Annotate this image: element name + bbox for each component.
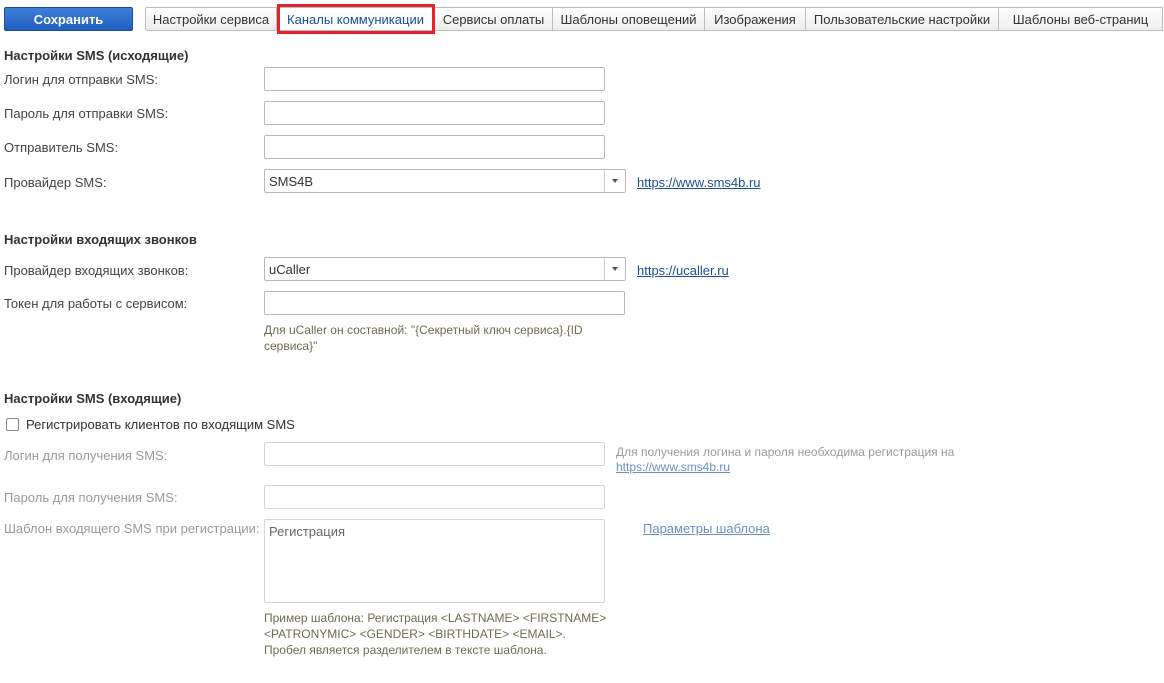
sms-template-label: Шаблон входящего SMS при регистрации: [4,521,260,536]
calls-provider-value: uCaller [269,261,311,277]
sms-receive-register-link[interactable]: https://www.sms4b.ru [616,460,730,474]
template-example-hint: Пример шаблона: Регистрация <LASTNAME> <… [264,611,607,641]
template-params-link[interactable]: Параметры шаблона [643,521,770,536]
calls-provider-label: Провайдер входящих звонков: [4,263,189,278]
save-button[interactable]: Сохранить [4,7,133,31]
template-separator-hint: Пробел является разделителем в тексте ша… [264,643,547,657]
token-hint: Для uCaller он составной: "{Секретный кл… [264,323,583,353]
sms-provider-label: Провайдер SMS: [4,175,107,190]
tab-payment-services[interactable]: Сервисы оплаты [435,7,553,31]
sms-receive-login-label: Логин для получения SMS: [4,448,168,463]
sms-template-textarea[interactable]: Регистрация [264,519,605,603]
tab-web-page-templates[interactable]: Шаблоны веб-страниц [999,7,1163,31]
tab-bar: Настройки сервиса Каналы коммуникации Се… [145,7,1163,31]
sms-receive-password-label: Пароль для получения SMS: [4,490,178,505]
tab-communication-channels[interactable]: Каналы коммуникации [277,7,435,31]
chevron-down-icon[interactable] [604,258,625,280]
sms-provider-link[interactable]: https://www.sms4b.ru [637,175,761,190]
token-label: Токен для работы с сервисом: [4,296,188,311]
sms-receive-login-input[interactable] [264,442,605,466]
calls-provider-link[interactable]: https://ucaller.ru [637,263,729,278]
sms-login-label: Логин для отправки SMS: [4,72,159,87]
tab-notification-templates[interactable]: Шаблоны оповещений [553,7,705,31]
sms-receive-password-input[interactable] [264,485,605,509]
sms-sender-input[interactable] [264,135,605,159]
sms-login-input[interactable] [264,67,605,91]
sms-sender-label: Отправитель SMS: [4,140,119,155]
sms-outgoing-title: Настройки SMS (исходящие) [4,48,189,63]
tab-service-settings[interactable]: Настройки сервиса [145,7,277,31]
incoming-calls-title: Настройки входящих звонков [4,232,197,247]
chevron-down-icon[interactable] [604,170,625,192]
tab-images[interactable]: Изображения [705,7,806,31]
tab-user-settings[interactable]: Пользовательские настройки [806,7,999,31]
sms-provider-value: SMS4B [269,173,314,189]
calls-provider-select[interactable]: uCaller [264,257,626,281]
register-clients-label[interactable]: Регистрировать клиентов по входящим SMS [26,417,295,432]
sms-receive-login-hint: Для получения логина и пароля необходима… [616,445,955,459]
register-clients-checkbox[interactable] [6,418,19,431]
sms-password-label: Пароль для отправки SMS: [4,106,169,121]
sms-provider-select[interactable]: SMS4B [264,169,626,193]
token-input[interactable] [264,291,625,315]
sms-incoming-title: Настройки SMS (входящие) [4,391,182,406]
sms-password-input[interactable] [264,101,605,125]
